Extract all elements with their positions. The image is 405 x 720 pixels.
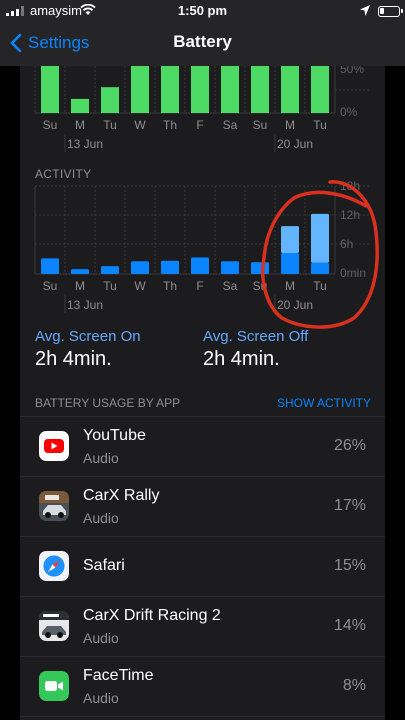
activity-day-label: Sa <box>223 279 238 293</box>
usage-section-label: BATTERY USAGE BY APP <box>35 396 181 410</box>
app-sub: Audio <box>83 450 119 466</box>
activity-day-label: Th <box>163 279 177 293</box>
safari-icon <box>39 551 69 581</box>
level-day-label: M <box>75 118 85 132</box>
app-name: YouTube <box>83 427 146 444</box>
youtube-icon <box>39 431 69 461</box>
app-name: CarX Drift Racing 2 <box>83 607 221 624</box>
list-item-partial <box>20 716 385 720</box>
activity-bar-7-s0 <box>251 262 269 274</box>
activity-bar-0-s0 <box>41 258 59 274</box>
app-percent: 26% <box>333 437 366 454</box>
level-day-label: Su <box>43 118 58 132</box>
level-tick-50: 50% <box>340 66 364 76</box>
activity-bar-3-s0 <box>131 261 149 274</box>
status-bar: amaysim 1:50 pm <box>0 0 405 22</box>
level-date-2: 20 Jun <box>277 137 313 151</box>
location-arrow-icon <box>360 5 370 16</box>
list-item-carx-drift[interactable]: CarX Drift Racing 2 Audio 14% <box>20 596 385 656</box>
activity-tick-12h: 12h <box>340 208 360 222</box>
level-bar-8 <box>281 66 299 113</box>
activity-tick-6h: 6h <box>340 237 353 251</box>
level-day-label: M <box>285 118 295 132</box>
activity-date-2: 20 Jun <box>277 298 313 312</box>
level-bar-1 <box>71 98 89 113</box>
level-day-label: W <box>134 118 146 132</box>
avg-screen-off-value: 2h 4min. <box>203 348 280 370</box>
level-day-label: Th <box>163 118 177 132</box>
list-item-youtube[interactable]: YouTube Audio 26% <box>20 416 385 476</box>
app-percent: 8% <box>342 677 366 694</box>
battery-usage-header: BATTERY USAGE BY APP SHOW ACTIVITY <box>35 396 371 410</box>
activity-tick-18h: 18h <box>340 179 360 193</box>
right-margin <box>385 66 405 720</box>
carx-rally-icon <box>39 491 69 521</box>
level-bar-4 <box>161 66 179 113</box>
app-percent: 17% <box>333 497 366 514</box>
activity-day-label: Tu <box>103 279 117 293</box>
app-sub: Audio <box>83 630 119 646</box>
battery-icon <box>378 6 403 17</box>
activity-day-label: Tu <box>313 279 327 293</box>
activity-bar-5-s0 <box>191 257 209 274</box>
app-name: Safari <box>83 557 125 574</box>
app-percent: 15% <box>333 557 366 574</box>
activity-day-label: M <box>285 279 295 293</box>
app-sub: Audio <box>83 510 119 526</box>
activity-bar-9-s1 <box>311 213 329 263</box>
level-day-label: Tu <box>313 118 327 132</box>
level-day-labels: Su M Tu W Th F Sa Su M Tu <box>43 118 327 132</box>
list-item-safari[interactable]: Safari 15% <box>20 536 385 596</box>
activity-chart: 18h 12h 6h 0min Su M Tu W Th F Sa Su M Tu 13 Jun … <box>34 179 370 313</box>
level-bar-5 <box>191 66 209 113</box>
app-percent: 14% <box>333 617 366 634</box>
facetime-icon <box>39 671 69 701</box>
level-bars <box>41 66 329 113</box>
activity-date-1: 13 Jun <box>67 298 103 312</box>
app-sub: Audio <box>83 690 119 706</box>
activity-bar-9-s0 <box>311 262 329 274</box>
level-day-label: F <box>196 118 203 132</box>
avg-screen-on-value: 2h 4min. <box>35 348 112 370</box>
activity-bar-4-s0 <box>161 260 179 274</box>
activity-bar-2-s0 <box>101 266 119 274</box>
level-bar-7 <box>251 66 269 113</box>
page-title: Battery <box>173 32 232 51</box>
level-date-1: 13 Jun <box>67 137 103 151</box>
app-name: FaceTime <box>83 667 154 684</box>
level-bar-0 <box>41 66 59 113</box>
activity-bar-8-s1 <box>281 226 299 253</box>
avg-screen-off-label: Avg. Screen Off <box>203 328 309 345</box>
app-name: CarX Rally <box>83 487 160 504</box>
left-margin <box>0 66 20 720</box>
activity-bar-8-s0 <box>281 252 299 274</box>
activity-day-label: Su <box>253 279 268 293</box>
activity-day-labels: Su M Tu W Th F Sa Su M Tu <box>43 279 327 293</box>
level-day-label: Su <box>253 118 268 132</box>
level-tick-0: 0% <box>340 105 358 119</box>
activity-day-label: M <box>75 279 85 293</box>
level-day-label: Tu <box>103 118 117 132</box>
carx-drift-icon <box>39 611 69 641</box>
level-bar-9 <box>311 66 329 113</box>
list-item-facetime[interactable]: FaceTime Audio 8% <box>20 656 385 716</box>
activity-day-label: Su <box>43 279 58 293</box>
level-bar-6 <box>221 66 239 113</box>
clock: 1:50 pm <box>177 3 228 18</box>
navigation-bar: Settings Battery <box>0 22 405 66</box>
show-activity-button[interactable]: SHOW ACTIVITY <box>277 396 371 410</box>
activity-day-label: W <box>134 279 146 293</box>
activity-bar-6-s0 <box>221 261 239 274</box>
level-bar-3 <box>131 66 149 113</box>
list-item-carx-rally[interactable]: CarX Rally Audio 17% <box>20 476 385 536</box>
level-day-label: Sa <box>223 118 238 132</box>
activity-bar-1-s0 <box>71 269 89 274</box>
activity-day-label: F <box>196 279 203 293</box>
level-bar-2 <box>101 87 119 113</box>
app-usage-list: YouTube Audio 26% CarX Rally Audio 17% S… <box>20 416 385 720</box>
activity-tick-0min: 0min <box>340 266 366 280</box>
battery-level-chart: 50% 0% Su M Tu W Th F Sa Su M Tu 13 Jun 20 Jun <box>34 66 370 152</box>
avg-screen-on-label: Avg. Screen On <box>35 328 141 345</box>
